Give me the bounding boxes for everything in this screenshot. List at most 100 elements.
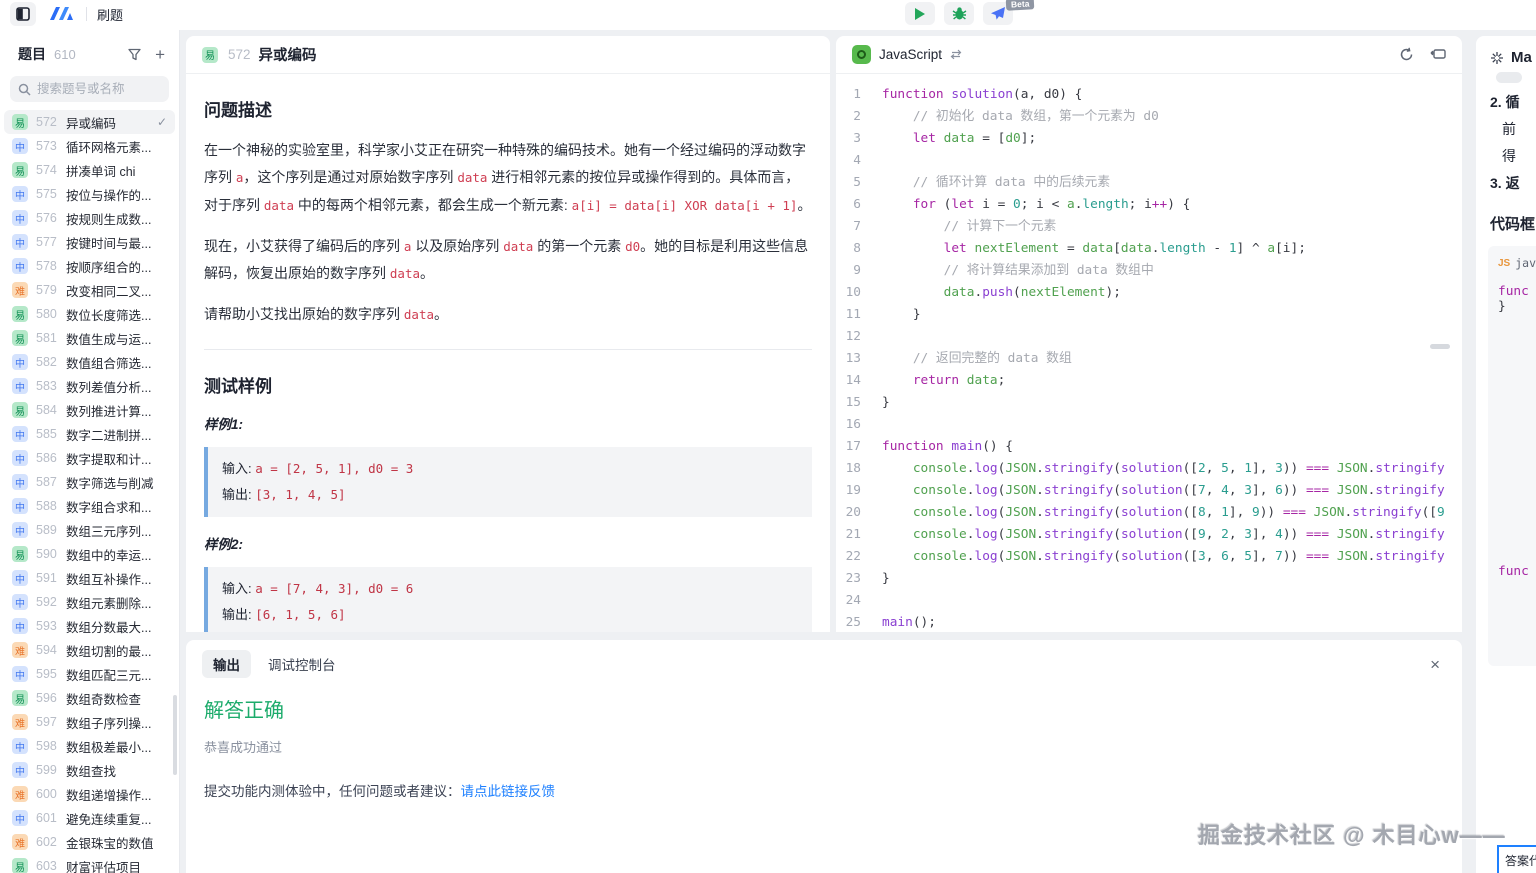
difficulty-badge: 中 [12,666,28,682]
problem-list-item[interactable]: 易581数值生成与运... [4,326,175,350]
code-line[interactable]: 25main(); [836,612,1462,631]
problem-list-item[interactable]: 难579改变相同二叉... [4,278,175,302]
problem-list-item[interactable]: 中575按位与操作的... [4,182,175,206]
problem-title: 数字组合求和... [66,497,167,516]
problem-list-item[interactable]: 易603财富评估项目 [4,854,175,873]
problem-list-item[interactable]: 易572异或编码✓ [4,110,175,134]
editor-scrollbar[interactable] [1430,344,1450,349]
problem-list-item[interactable]: 中599数组查找 [4,758,175,782]
code-content: // 计算下一个元素 [882,216,1056,238]
problem-title: 数组子序列操... [66,713,167,732]
problem-list-item[interactable]: 中593数组分数最大... [4,614,175,638]
code-line[interactable]: 24 [836,590,1462,612]
line-number: 17 [836,436,882,458]
debug-button[interactable] [944,2,974,25]
code-line[interactable]: 10 data.push(nextElement); [836,282,1462,304]
code-line[interactable]: 23} [836,568,1462,590]
close-icon[interactable]: × [1424,654,1446,675]
search-box[interactable] [10,76,169,102]
filter-button[interactable] [128,48,141,61]
code-line[interactable]: 13 // 返回完整的 data 数组 [836,348,1462,370]
feedback-link[interactable]: 请点此链接反馈 [461,784,556,799]
line-number: 25 [836,612,882,631]
assistant-step: 得 [1476,143,1536,170]
code-content: // 初始化 data 数组，第一个元素为 d0 [882,106,1159,128]
code-line[interactable]: 17function main() { [836,436,1462,458]
problem-list-item[interactable]: 中578按顺序组合的... [4,254,175,278]
problem-list-item[interactable]: 中592数组元素删除... [4,590,175,614]
add-button[interactable]: + [155,46,165,63]
code-line[interactable]: 2 // 初始化 data 数组，第一个元素为 d0 [836,106,1462,128]
code-line[interactable]: 4 [836,150,1462,172]
marscode-logo[interactable] [46,5,76,23]
problem-number: 603 [36,859,62,873]
problem-list-item[interactable]: 中591数组互补操作... [4,566,175,590]
problem-title: 循环网格元素... [66,137,167,156]
code-line[interactable]: 11 } [836,304,1462,326]
format-code-button[interactable] [1430,47,1446,62]
submit-button[interactable]: Beta [983,2,1013,25]
search-input[interactable] [37,82,157,96]
problem-list-item[interactable]: 易596数组奇数检查 [4,686,175,710]
sidebar-scrollbar[interactable] [173,695,177,775]
problem-list-item[interactable]: 难594数组切割的最... [4,638,175,662]
code-line[interactable]: 16 [836,414,1462,436]
inline-code: d0 [625,239,640,254]
code-content: console.log(JSON.stringify(solution([3, … [882,546,1445,568]
code-line[interactable]: 12 [836,326,1462,348]
code-content: } [882,392,890,414]
problem-number: 598 [36,739,62,753]
tab-debug-console[interactable]: 调试控制台 [257,650,347,678]
code-line[interactable]: 1function solution(a, d0) { [836,84,1462,106]
tab-output[interactable]: 输出 [202,650,251,678]
code-line[interactable]: 18 console.log(JSON.stringify(solution([… [836,458,1462,480]
code-line[interactable]: 9 // 将计算结果添加到 data 数组中 [836,260,1462,282]
code-line[interactable]: 8 let nextElement = data[data.length - 1… [836,238,1462,260]
problem-list-item[interactable]: 中598数组极差最小... [4,734,175,758]
problem-list-item[interactable]: 中577按键时间与最... [4,230,175,254]
language-swap-icon[interactable] [950,49,962,60]
problem-list-item[interactable]: 中601避免连续重复... [4,806,175,830]
problem-list-item[interactable]: 中586数字提取和计... [4,446,175,470]
problem-title: 数字提取和计... [66,449,167,468]
code-line[interactable]: 21 console.log(JSON.stringify(solution([… [836,524,1462,546]
problem-list-item[interactable]: 易584数列推进计算... [4,398,175,422]
code-line[interactable]: 3 let data = [d0]; [836,128,1462,150]
problem-list-item[interactable]: 中582数值组合筛选... [4,350,175,374]
language-selector[interactable]: JavaScript [879,47,942,62]
code-line[interactable]: 7 // 计算下一个元素 [836,216,1462,238]
problem-list-item[interactable]: 中573循环网格元素... [4,134,175,158]
code-content: console.log(JSON.stringify(solution([9, … [882,524,1445,546]
problem-list-item[interactable]: 中595数组匹配三元... [4,662,175,686]
problem-list-item[interactable]: 中583数列差值分析... [4,374,175,398]
code-line[interactable]: 5 // 循环计算 data 中的后续元素 [836,172,1462,194]
code-line[interactable]: 6 for (let i = 0; i < a.length; i++) { [836,194,1462,216]
reset-code-button[interactable] [1399,47,1414,62]
problem-list-item[interactable]: 难600数组递增操作... [4,782,175,806]
problem-list-item[interactable]: 中587数字筛选与削减 [4,470,175,494]
problem-list-item[interactable]: 中588数字组合求和... [4,494,175,518]
assistant-pill[interactable] [1496,72,1522,83]
code-line[interactable]: 15} [836,392,1462,414]
code-line[interactable]: 19 console.log(JSON.stringify(solution([… [836,480,1462,502]
problem-list-item[interactable]: 中576按规则生成数... [4,206,175,230]
search-icon [18,83,31,96]
code-line[interactable]: 22 console.log(JSON.stringify(solution([… [836,546,1462,568]
problem-list-item[interactable]: 易590数组中的幸运... [4,542,175,566]
line-number: 24 [836,590,882,612]
problem-list-item[interactable]: 中585数字二进制拼... [4,422,175,446]
problem-description: 在一个神秘的实验室里，科学家小艾正在研究一种特殊的编码技术。她有一个经过编码的浮… [204,137,812,329]
run-button[interactable] [905,2,935,25]
problem-number: 589 [36,523,62,537]
problem-number: 572 [228,47,251,62]
problem-list-item[interactable]: 中589数组三元序列... [4,518,175,542]
sidebar-toggle-button[interactable] [10,2,36,26]
code-line[interactable]: 20 console.log(JSON.stringify(solution([… [836,502,1462,524]
problem-list-item[interactable]: 易580数位长度筛选... [4,302,175,326]
problem-list-item[interactable]: 易574拼凑单词 chi [4,158,175,182]
problem-list-item[interactable]: 难597数组子序列操... [4,710,175,734]
code-editor[interactable]: 1function solution(a, d0) {2 // 初始化 data… [836,74,1462,631]
assistant-code-heading: 代码框 [1476,197,1536,246]
problem-list-item[interactable]: 难602金银珠宝的数值 [4,830,175,854]
code-line[interactable]: 14 return data; [836,370,1462,392]
